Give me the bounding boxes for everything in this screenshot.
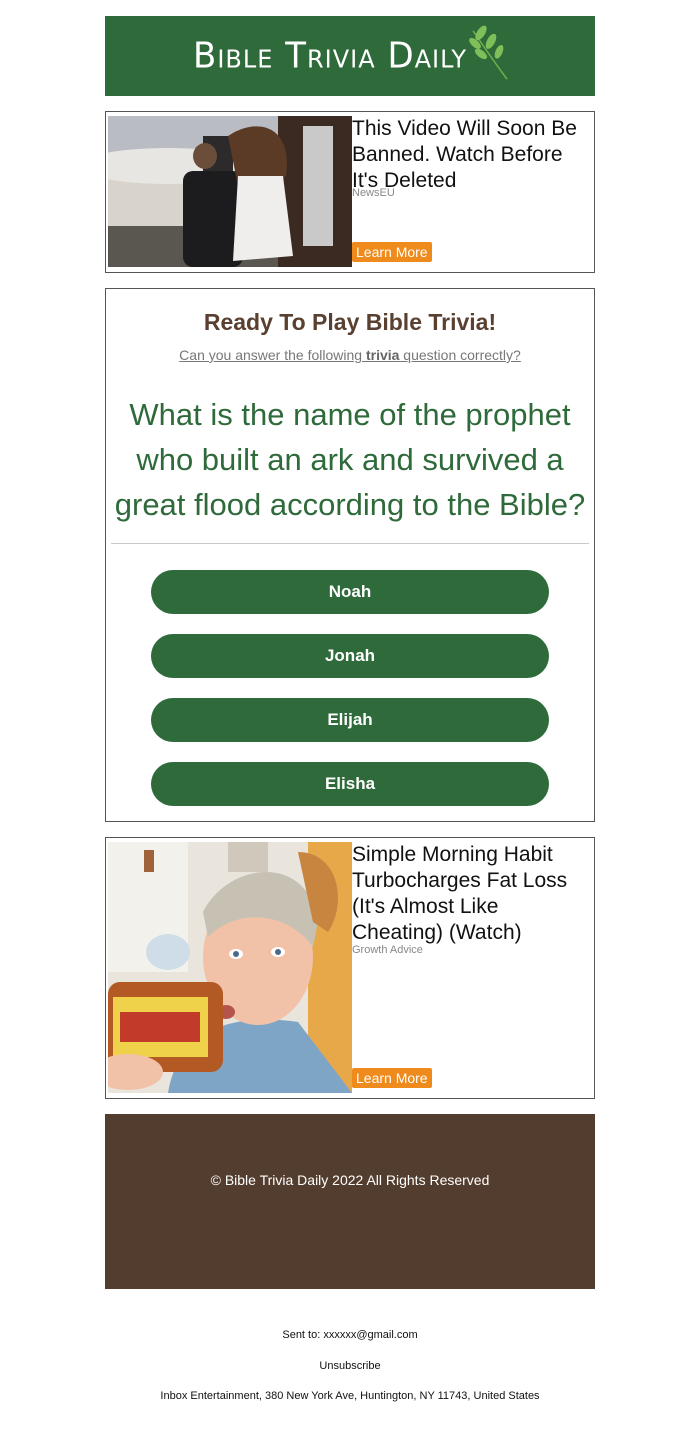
answer-button-jonah[interactable]: Jonah — [151, 634, 549, 678]
ad-headline[interactable]: Simple Morning Habit Turbocharges Fat Lo… — [352, 842, 588, 946]
answer-button-elijah[interactable]: Elijah — [151, 698, 549, 742]
mailing-address: Inbox Entertainment, 380 New York Ave, H… — [160, 1390, 540, 1402]
ad-image-woman[interactable] — [108, 842, 352, 1093]
quiz-heading: Ready To Play Bible Trivia! — [203, 309, 497, 335]
answer-button-elisha[interactable]: Elisha — [151, 762, 549, 806]
ad-source: NewsEU — [352, 187, 395, 199]
ad-card-1[interactable]: This Video Will Soon Be Banned. Watch Be… — [105, 111, 595, 273]
trivia-question: What is the name of the prophet who buil… — [114, 397, 586, 522]
divider — [111, 543, 589, 544]
olive-branch-icon — [469, 25, 508, 80]
learn-more-button[interactable]: Learn More — [352, 1068, 432, 1088]
ad-headline[interactable]: This Video Will Soon Be Banned. Watch Be… — [352, 116, 588, 194]
logo-text: Bible Trivia Daily — [193, 35, 467, 77]
sent-to-text: Sent to: xxxxxx@gmail.com — [282, 1329, 418, 1341]
header-banner: Bible Trivia Daily — [105, 16, 595, 96]
learn-more-button[interactable]: Learn More — [352, 242, 432, 262]
ad-image-jet[interactable] — [108, 116, 352, 267]
answer-button-noah[interactable]: Noah — [151, 570, 549, 614]
trivia-card: Ready To Play Bible Trivia! Can you answ… — [105, 288, 595, 822]
ad-source: Growth Advice — [352, 944, 423, 956]
ad-card-2[interactable]: Simple Morning Habit Turbocharges Fat Lo… — [105, 837, 595, 1099]
footer: © Bible Trivia Daily 2022 All Rights Res… — [105, 1114, 595, 1289]
quiz-subtitle[interactable]: Can you answer the following trivia ques… — [106, 347, 594, 363]
unsubscribe-link[interactable]: Unsubscribe — [0, 1360, 700, 1372]
site-logo[interactable]: Bible Trivia Daily — [193, 25, 508, 80]
copyright-text: © Bible Trivia Daily 2022 All Rights Res… — [210, 1172, 490, 1188]
